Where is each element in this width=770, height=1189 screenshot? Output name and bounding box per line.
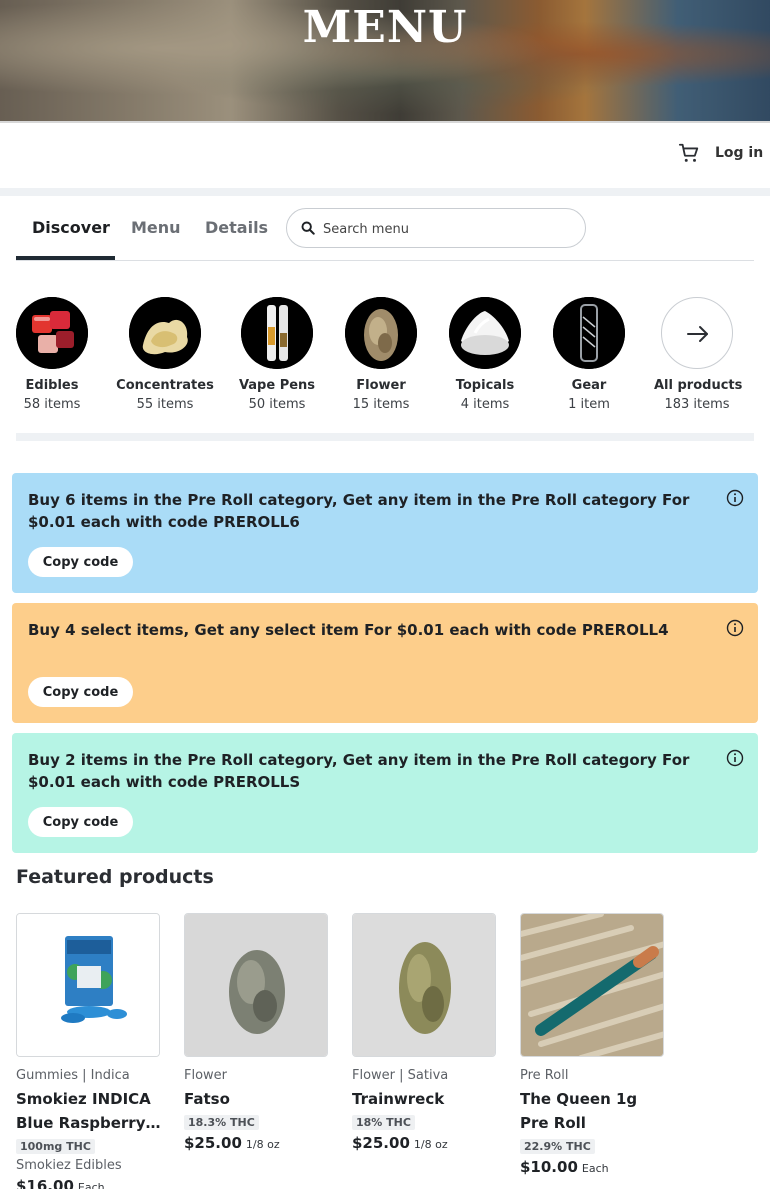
tab-bar: Discover Menu Details — [16, 196, 754, 261]
product-price-row: $25.00 1/8 oz — [352, 1134, 497, 1152]
product-unit: Each — [581, 1162, 609, 1175]
product-name: Trainwreck — [352, 1090, 445, 1108]
product-unit: 1/8 oz — [245, 1138, 280, 1151]
category-edibles[interactable]: Edibles 58 items — [16, 297, 88, 412]
category-count: 50 items — [248, 397, 306, 412]
info-icon[interactable] — [726, 489, 744, 507]
product-image — [16, 913, 160, 1057]
product-price: $10.00 — [520, 1158, 578, 1176]
product-card[interactable]: Flower Fatso 18.3% THC $25.00 1/8 oz — [184, 913, 329, 1152]
topicals-image — [449, 297, 521, 369]
info-icon[interactable] — [726, 619, 744, 637]
category-count: 4 items — [460, 397, 510, 412]
category-name: Topicals — [455, 378, 515, 393]
product-unit: 1/8 oz — [413, 1138, 448, 1151]
flower-image — [345, 297, 417, 369]
product-name: Fatso — [184, 1090, 230, 1108]
product-price: $25.00 — [352, 1134, 410, 1152]
product-price-row: $10.00 Each — [520, 1158, 665, 1176]
product-category: Gummies | Indica — [16, 1068, 130, 1083]
page-title: MENU — [302, 2, 468, 53]
promo-card: Buy 2 items in the Pre Roll category, Ge… — [12, 733, 758, 853]
copy-code-button[interactable]: Copy code — [28, 807, 133, 837]
thc-badge: 18.3% THC — [184, 1115, 259, 1130]
info-icon[interactable] — [726, 749, 744, 767]
category-name: Concentrates — [116, 378, 214, 393]
category-name: Vape Pens — [238, 378, 316, 393]
category-flower[interactable]: Flower 15 items — [345, 297, 417, 412]
category-name: All products — [654, 378, 743, 393]
category-count: 1 item — [568, 397, 610, 412]
thc-badge: 18% THC — [352, 1115, 415, 1130]
hero-banner: MENU — [0, 0, 770, 121]
product-price-row: $16.00 Each — [16, 1177, 161, 1189]
product-brand: Smokiez Edibles — [16, 1158, 122, 1173]
tab-discover[interactable]: Discover — [32, 218, 110, 237]
product-category: Flower | Sativa — [352, 1068, 449, 1083]
search-input[interactable] — [323, 218, 573, 240]
copy-code-button[interactable]: Copy code — [28, 677, 133, 707]
product-image — [520, 913, 664, 1057]
promo-text: Buy 4 select items, Get any select item … — [28, 621, 669, 639]
divider — [0, 188, 770, 196]
promo-card: Buy 4 select items, Get any select item … — [12, 603, 758, 723]
copy-code-button[interactable]: Copy code — [28, 547, 133, 577]
search-icon — [301, 221, 315, 235]
promo-text: Buy 2 items in the Pre Roll category, Ge… — [28, 751, 690, 791]
search-box[interactable] — [286, 208, 586, 248]
concentrates-image — [129, 297, 201, 369]
product-price: $16.00 — [16, 1177, 74, 1189]
cart-icon[interactable] — [678, 142, 700, 164]
product-card[interactable]: Flower | Sativa Trainwreck 18% THC $25.0… — [352, 913, 497, 1152]
product-category: Pre Roll — [520, 1068, 569, 1083]
category-count: 55 items — [136, 397, 194, 412]
product-price: $25.00 — [184, 1134, 242, 1152]
category-name: Gear — [571, 378, 607, 393]
promo-text: Buy 6 items in the Pre Roll category, Ge… — [28, 491, 690, 531]
header-bar: Log in — [0, 123, 770, 188]
tab-menu[interactable]: Menu — [131, 218, 181, 237]
category-all-products[interactable]: All products 183 items — [654, 297, 743, 412]
category-concentrates[interactable]: Concentrates 55 items — [112, 297, 218, 412]
all-products-circle — [661, 297, 733, 369]
tab-details[interactable]: Details — [205, 218, 268, 237]
product-image — [184, 913, 328, 1057]
vape-pens-image — [241, 297, 313, 369]
category-gear[interactable]: Gear 1 item — [553, 297, 625, 412]
product-category: Flower — [184, 1068, 228, 1083]
category-topicals[interactable]: Topicals 4 items — [449, 297, 521, 412]
product-image — [352, 913, 496, 1057]
featured-products-heading: Featured products — [16, 866, 214, 888]
gear-image — [553, 297, 625, 369]
category-count: 15 items — [352, 397, 410, 412]
thc-badge: 100mg THC — [16, 1139, 95, 1154]
category-count: 58 items — [23, 397, 81, 412]
edibles-image — [16, 297, 88, 369]
arrow-right-icon — [687, 326, 708, 342]
product-unit: Each — [77, 1181, 105, 1189]
category-vape-pens[interactable]: Vape Pens 50 items — [234, 297, 320, 412]
divider — [16, 433, 754, 441]
promo-card: Buy 6 items in the Pre Roll category, Ge… — [12, 473, 758, 593]
product-name: The Queen 1g Pre Roll — [520, 1090, 638, 1132]
product-card[interactable]: Pre Roll The Queen 1g Pre Roll 22.9% THC… — [520, 913, 665, 1176]
thc-badge: 22.9% THC — [520, 1139, 595, 1154]
active-tab-indicator — [16, 256, 115, 260]
login-link[interactable]: Log in — [715, 145, 763, 161]
product-name: Smokiez INDICA Blue Raspberry Gummies — [16, 1090, 151, 1132]
product-card[interactable]: Gummies | Indica Smokiez INDICA Blue Ras… — [16, 913, 161, 1189]
product-price-row: $25.00 1/8 oz — [184, 1134, 329, 1152]
category-count: 183 items — [664, 397, 730, 412]
category-name: Flower — [356, 378, 406, 393]
category-name: Edibles — [25, 378, 79, 393]
